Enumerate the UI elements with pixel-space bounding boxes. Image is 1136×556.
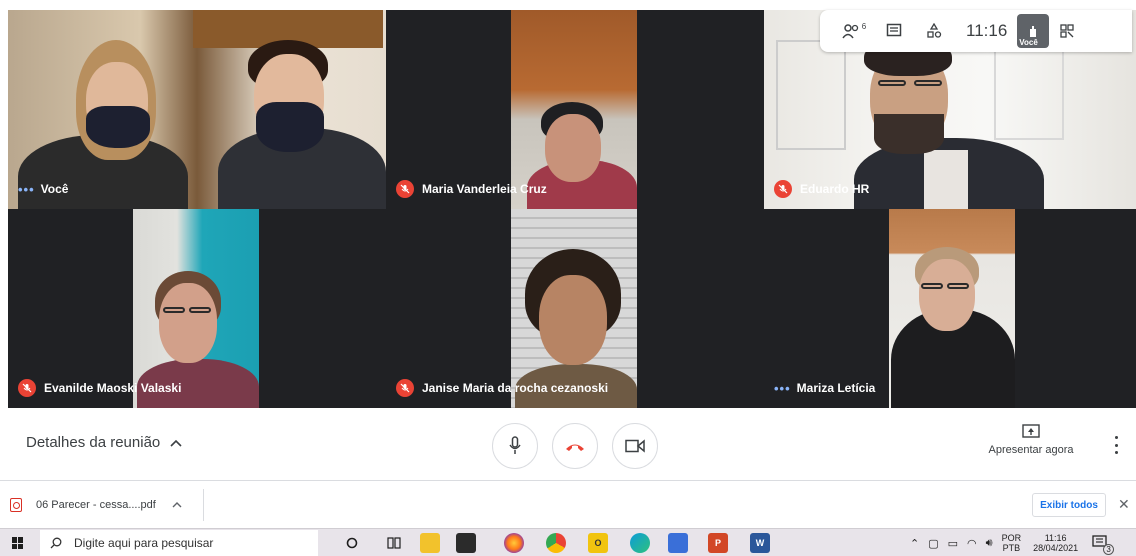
camera-button[interactable] (612, 423, 658, 469)
participant-label: Maria Vanderleia Cruz (396, 179, 547, 199)
microphone-button[interactable] (492, 423, 538, 469)
participant-tile-self[interactable]: ••• Você (8, 10, 386, 209)
participant-label: ••• Você (18, 179, 68, 199)
chrome-icon[interactable] (546, 533, 566, 553)
app-icon[interactable] (668, 533, 688, 553)
taskbar-clock[interactable]: 11:16 28/04/2021 (1033, 533, 1078, 553)
notification-count: 3 (1103, 544, 1115, 555)
participant-label: Evanilde Maoski Valaski (18, 378, 181, 398)
participant-name: Maria Vanderleia Cruz (422, 182, 547, 196)
people-icon[interactable]: 6 (834, 16, 874, 46)
video-grid: ••• Você Maria Vanderleia Cruz Eduardo H… (0, 0, 1136, 410)
taskbar-date: 28/04/2021 (1033, 543, 1079, 553)
show-hidden-icons-icon[interactable]: ⌃ (910, 537, 919, 550)
meeting-details-button[interactable]: Detalhes da reunião (26, 434, 182, 451)
hand-icon (1030, 26, 1037, 37)
taskbar-search-box[interactable]: Digite aqui para pesquisar (40, 530, 318, 556)
meeting-details-label: Detalhes da reunião (26, 434, 161, 451)
participant-label: Eduardo HR (774, 179, 869, 199)
participant-tile-evanilde-maoski-valaski[interactable]: Evanilde Maoski Valaski (8, 209, 386, 408)
divider (203, 489, 204, 521)
chat-icon[interactable] (874, 16, 914, 46)
pdf-file-icon (10, 498, 22, 512)
language-indicator[interactable]: POR PTB (1002, 533, 1022, 553)
activities-icon[interactable] (914, 16, 954, 46)
participant-name: Mariza Letícia (796, 381, 876, 395)
participant-name: Você (40, 182, 69, 196)
edge-icon[interactable] (630, 533, 650, 553)
video-feed (889, 209, 1015, 408)
wifi-icon[interactable]: ◠ (967, 537, 977, 550)
language-top: POR (1001, 533, 1022, 543)
participant-count: 6 (861, 21, 867, 31)
participant-tile-mariza-leticia[interactable]: ••• Mariza Letícia (764, 209, 1136, 408)
present-now-button[interactable]: Apresentar agora (983, 424, 1079, 456)
search-icon (50, 537, 62, 549)
self-view-thumbnail[interactable]: Você (1017, 14, 1050, 48)
present-now-label: Apresentar agora (988, 444, 1074, 456)
mic-off-icon (774, 180, 792, 198)
participant-label: ••• Mariza Letícia (774, 378, 875, 398)
volume-icon[interactable]: 🔊︎ (986, 537, 993, 550)
close-icon[interactable]: ✕ (1118, 497, 1130, 511)
powerpoint-icon[interactable]: P (708, 533, 728, 553)
store-icon[interactable] (456, 533, 476, 553)
self-view-label: Você (1019, 38, 1038, 47)
mic-off-icon (18, 379, 36, 397)
mic-off-icon (396, 180, 414, 198)
cortana-icon[interactable] (342, 533, 362, 553)
show-all-downloads-button[interactable]: Exibir todos (1032, 493, 1106, 517)
mic-off-icon (396, 379, 414, 397)
firefox-icon[interactable] (504, 533, 524, 553)
download-item[interactable]: 06 Parecer - cessa....pdf (10, 489, 182, 521)
meet-now-icon[interactable]: ▢ (928, 537, 938, 550)
chevron-up-icon[interactable] (172, 499, 182, 511)
system-tray: ⌃ ▢ ▭ ◠ 🔊︎ POR PTB 11:16 28/04/2021 3 (910, 529, 1115, 556)
outlook-icon[interactable]: O (588, 533, 608, 553)
top-toolbar: 6 11:16 Você (820, 10, 1132, 52)
task-view-icon[interactable] (384, 533, 404, 553)
download-bar: 06 Parecer - cessa....pdf Exibir todos ✕ (0, 480, 1136, 528)
leave-call-button[interactable] (552, 423, 598, 469)
participant-name: Evanilde Maoski Valaski (44, 381, 182, 395)
participant-name: Janise Maria da rocha cezanoski (422, 381, 609, 395)
speaking-indicator-icon: ••• (774, 380, 791, 396)
participant-tile-maria-vanderleia-cruz[interactable]: Maria Vanderleia Cruz (386, 10, 764, 209)
hang-up-icon (566, 444, 584, 451)
chevron-up-icon (170, 434, 182, 451)
windows-taskbar: Digite aqui para pesquisar O P W ⌃ ▢ ▭ ◠… (0, 528, 1136, 556)
meeting-controls-bar: Detalhes da reunião Apresentar agora (0, 410, 1136, 480)
meeting-clock: 11:16 (966, 21, 1008, 40)
search-placeholder: Digite aqui para pesquisar (74, 536, 214, 550)
grid-icon[interactable] (1053, 16, 1081, 46)
download-file-name: 06 Parecer - cessa....pdf (36, 499, 156, 511)
participant-label: Janise Maria da rocha cezanoski (396, 378, 608, 398)
more-options-button[interactable] (1108, 432, 1124, 458)
microphone-icon (509, 436, 521, 454)
file-explorer-icon[interactable] (420, 533, 440, 553)
notification-center-icon[interactable]: 3 (1092, 535, 1115, 555)
participant-name: Eduardo HR (800, 182, 870, 196)
participant-tile-janise-maria-da-rocha-cezanoski[interactable]: Janise Maria da rocha cezanoski (386, 209, 764, 408)
taskbar-time: 11:16 (1044, 533, 1067, 543)
word-icon[interactable]: W (750, 533, 770, 553)
camera-icon (625, 439, 645, 453)
speaking-indicator-icon: ••• (18, 181, 35, 197)
battery-icon[interactable]: ▭ (948, 537, 958, 550)
windows-start-icon[interactable] (12, 537, 24, 549)
present-screen-icon (1022, 424, 1040, 438)
language-bottom: PTB (1002, 543, 1021, 553)
